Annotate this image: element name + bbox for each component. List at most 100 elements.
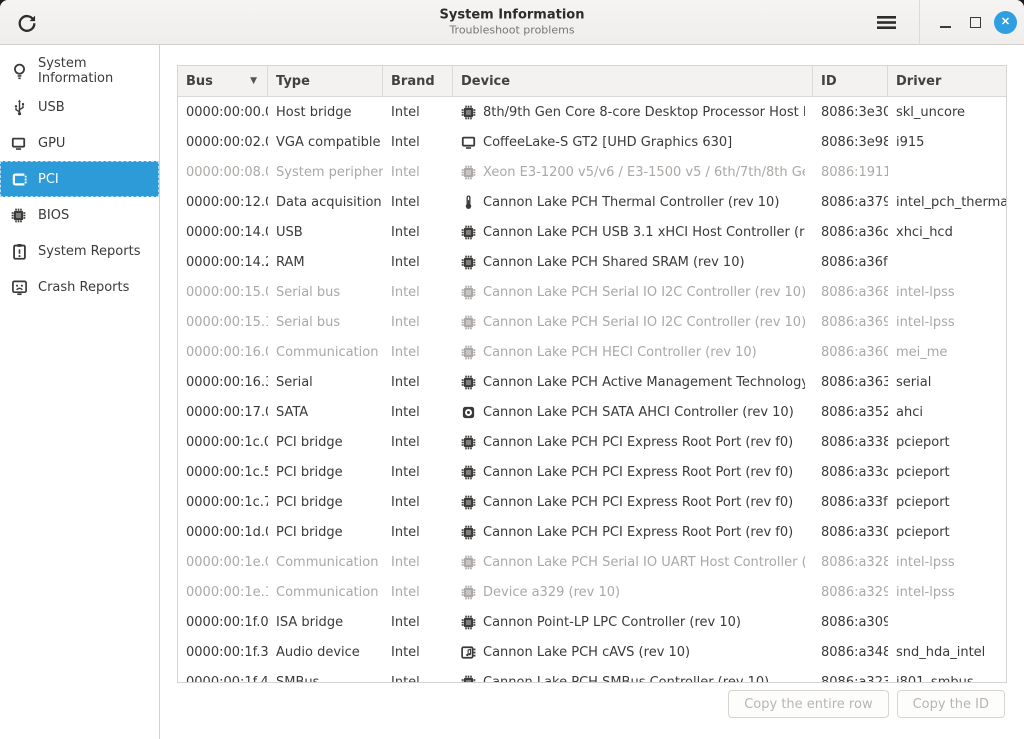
headerbar: System Information Troubleshoot problems: [0, 0, 1024, 45]
column-header-brand[interactable]: Brand: [383, 66, 453, 96]
column-header-type[interactable]: Type: [268, 66, 383, 96]
table-header: Bus ▼ Type Brand Device ID Driver: [178, 66, 1006, 97]
cell-id: 8086:a330: [813, 517, 888, 547]
window-subtitle: Troubleshoot problems: [440, 24, 585, 37]
cell-id: 8086:3e30: [813, 97, 888, 127]
chip-icon: [461, 495, 476, 510]
chip-icon: [461, 225, 476, 240]
table-row[interactable]: 0000:00:1c.7 PCI bridge Intel Cannon Lak…: [178, 487, 1006, 517]
cell-type: PCI bridge: [268, 427, 383, 457]
chip-icon: [11, 207, 28, 224]
table-row[interactable]: 0000:00:1c.5 PCI bridge Intel Cannon Lak…: [178, 457, 1006, 487]
cell-brand: Intel: [383, 577, 453, 607]
chip-icon: [461, 165, 476, 180]
copy-entire-row-button[interactable]: Copy the entire row: [728, 690, 888, 718]
table-row[interactable]: 0000:00:1f.4 SMBus Intel Cannon Lake PCH…: [178, 667, 1006, 683]
cell-id: 8086:a348: [813, 637, 888, 667]
sidebar-item-label: USB: [38, 100, 65, 115]
menu-button[interactable]: [867, 6, 905, 38]
column-header-bus[interactable]: Bus ▼: [178, 66, 268, 96]
table-row[interactable]: 0000:00:16.3 Serial Intel Cannon Lake PC…: [178, 367, 1006, 397]
cell-device: Cannon Lake PCH HECI Controller (rev 10): [453, 337, 813, 367]
column-header-driver[interactable]: Driver: [888, 66, 1006, 96]
sidebar-item-pci[interactable]: PCI: [0, 161, 159, 197]
cell-bus: 0000:00:17.0: [178, 397, 268, 427]
cell-device: Cannon Lake PCH SMBus Controller (rev 10…: [453, 667, 813, 683]
cell-id: 8086:a309: [813, 607, 888, 637]
table-row[interactable]: 0000:00:12.0 Data acquisition Intel Cann…: [178, 187, 1006, 217]
sidebar-item-crash-reports[interactable]: Crash Reports: [0, 269, 159, 305]
table-row[interactable]: 0000:00:16.0 Communication Intel Cannon …: [178, 337, 1006, 367]
cell-bus: 0000:00:15.0: [178, 277, 268, 307]
cell-brand: Intel: [383, 667, 453, 683]
clipboard-icon: [11, 243, 28, 260]
cell-type: Audio device: [268, 637, 383, 667]
cell-brand: Intel: [383, 127, 453, 157]
cell-type: VGA compatible: [268, 127, 383, 157]
display-icon: [11, 135, 28, 152]
cell-bus: 0000:00:08.0: [178, 157, 268, 187]
cell-driver: i915: [888, 127, 1006, 157]
table-row[interactable]: 0000:00:1c.0 PCI bridge Intel Cannon Lak…: [178, 427, 1006, 457]
cell-bus: 0000:00:1c.7: [178, 487, 268, 517]
cell-bus: 0000:00:1d.0: [178, 517, 268, 547]
cell-device: Cannon Lake PCH Serial IO I2C Controller…: [453, 277, 813, 307]
table-row[interactable]: 0000:00:08.0 System peripheral Intel Xeo…: [178, 157, 1006, 187]
sidebar-item-bios[interactable]: BIOS: [0, 197, 159, 233]
cell-bus: 0000:00:02.0: [178, 127, 268, 157]
cell-brand: Intel: [383, 607, 453, 637]
cell-brand: Intel: [383, 517, 453, 547]
cell-bus: 0000:00:14.0: [178, 217, 268, 247]
sidebar-item-gpu[interactable]: GPU: [0, 125, 159, 161]
window-title: System Information: [440, 8, 585, 23]
sidebar-item-system-information[interactable]: System Information: [0, 53, 159, 89]
table-row[interactable]: 0000:00:15.1 Serial bus Intel Cannon Lak…: [178, 307, 1006, 337]
cell-id: 8086:a338: [813, 427, 888, 457]
table-row[interactable]: 0000:00:00.0 Host bridge Intel 8th/9th G…: [178, 97, 1006, 127]
chip-icon: [461, 285, 476, 300]
table-row[interactable]: 0000:00:15.0 Serial bus Intel Cannon Lak…: [178, 277, 1006, 307]
cell-bus: 0000:00:1c.0: [178, 427, 268, 457]
cell-bus: 0000:00:16.3: [178, 367, 268, 397]
table-row[interactable]: 0000:00:1d.0 PCI bridge Intel Cannon Lak…: [178, 517, 1006, 547]
cell-id: 8086:a33f: [813, 487, 888, 517]
close-button[interactable]: ✕: [994, 11, 1017, 34]
column-header-device[interactable]: Device: [453, 66, 813, 96]
cell-device: Cannon Lake PCH PCI Express Root Port (r…: [453, 427, 813, 457]
cell-bus: 0000:00:1c.5: [178, 457, 268, 487]
table-row[interactable]: 0000:00:1e.0 Communication Intel Cannon …: [178, 547, 1006, 577]
cell-brand: Intel: [383, 547, 453, 577]
table-row[interactable]: 0000:00:1e.1 Communication Intel Device …: [178, 577, 1006, 607]
cell-device: Cannon Lake PCH Active Management Techno…: [453, 367, 813, 397]
hamburger-icon: [877, 15, 896, 30]
maximize-button[interactable]: [960, 7, 990, 37]
cell-id: 8086:a36f: [813, 247, 888, 277]
chip-icon: [461, 525, 476, 540]
cell-driver: [888, 247, 1006, 277]
table-row[interactable]: 0000:00:1f.3 Audio device Intel Cannon L…: [178, 637, 1006, 667]
cell-id: 8086:a379: [813, 187, 888, 217]
cell-device: Cannon Lake PCH Serial IO UART Host Cont…: [453, 547, 813, 577]
cell-device: Cannon Lake PCH Serial IO I2C Controller…: [453, 307, 813, 337]
table-row[interactable]: 0000:00:14.2 RAM Intel Cannon Lake PCH S…: [178, 247, 1006, 277]
column-header-id[interactable]: ID: [813, 66, 888, 96]
table-row[interactable]: 0000:00:17.0 SATA Intel Cannon Lake PCH …: [178, 397, 1006, 427]
table-row[interactable]: 0000:00:1f.0 ISA bridge Intel Cannon Poi…: [178, 607, 1006, 637]
refresh-button[interactable]: [12, 8, 42, 38]
table-row[interactable]: 0000:00:14.0 USB Intel Cannon Lake PCH U…: [178, 217, 1006, 247]
minimize-button[interactable]: [930, 7, 960, 37]
cell-type: SATA: [268, 397, 383, 427]
cell-driver: serial: [888, 367, 1006, 397]
cell-driver: ahci: [888, 397, 1006, 427]
chip-icon: [461, 435, 476, 450]
sidebar-item-system-reports[interactable]: System Reports: [0, 233, 159, 269]
cell-device: Cannon Lake PCH SATA AHCI Controller (re…: [453, 397, 813, 427]
sidebar-item-usb[interactable]: USB: [0, 89, 159, 125]
sidebar: System Information USB GPU PCI BIOS Syst…: [0, 45, 160, 739]
cell-brand: Intel: [383, 637, 453, 667]
table-row[interactable]: 0000:00:02.0 VGA compatible Intel Coffee…: [178, 127, 1006, 157]
cell-bus: 0000:00:15.1: [178, 307, 268, 337]
cell-driver: pcieport: [888, 427, 1006, 457]
cell-id: 8086:a352: [813, 397, 888, 427]
copy-id-button[interactable]: Copy the ID: [897, 690, 1005, 718]
